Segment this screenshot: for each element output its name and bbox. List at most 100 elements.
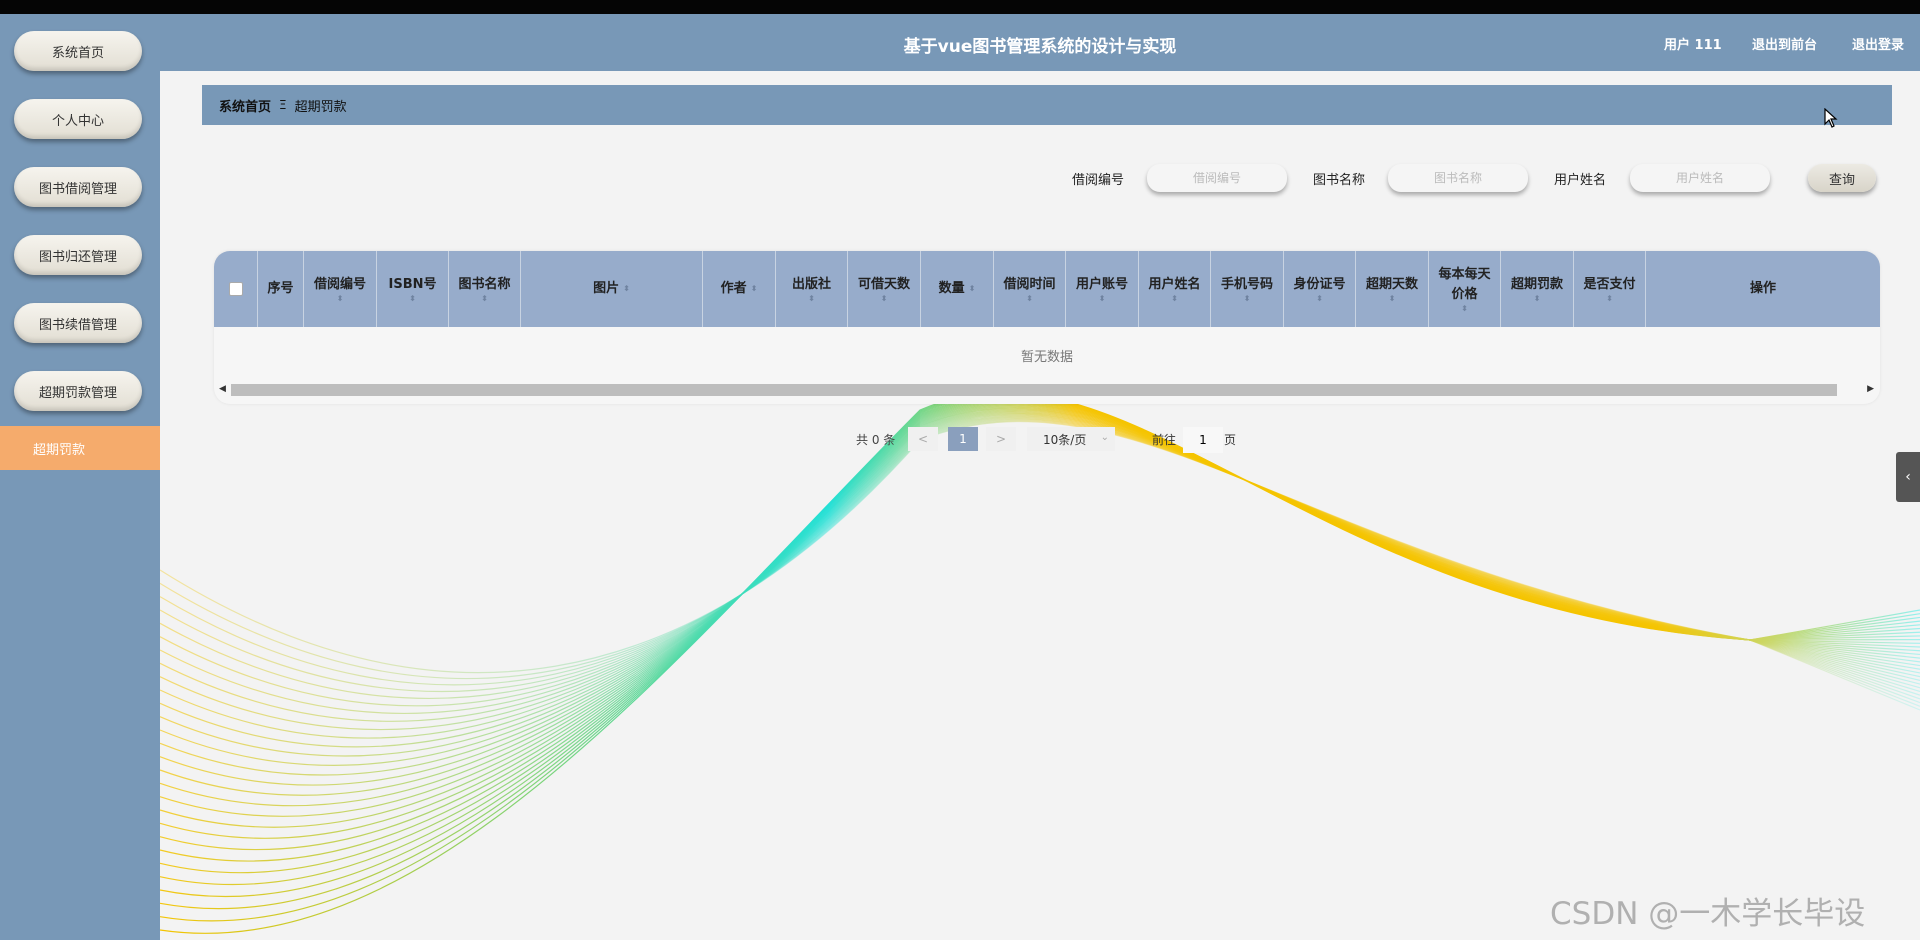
pagination-total: 共 0 条 [856, 433, 896, 447]
sort-icon[interactable]: ⬍ [1389, 295, 1396, 303]
wave-line [159, 404, 1920, 807]
wave-line [159, 394, 1920, 910]
sort-icon[interactable]: ⬍ [881, 295, 888, 303]
column-header[interactable]: 超期罚款 ⬍ [1501, 251, 1574, 327]
sort-icon[interactable]: ⬍ [1534, 295, 1541, 303]
column-header[interactable]: 可借天数 ⬍ [848, 251, 921, 327]
page-number-current[interactable]: 1 [948, 427, 978, 451]
wave-line [159, 418, 1920, 704]
column-header[interactable]: 手机号码 ⬍ [1211, 251, 1284, 327]
wave-line [159, 414, 1920, 714]
search-label-borrow-no: 借阅编号 [1072, 173, 1125, 188]
sidebar: 系统首页 个人中心 图书借阅管理 图书归还管理 图书续借管理 超期罚款管理 超期… [0, 14, 160, 940]
column-header-actions: 操作 [1749, 281, 1776, 296]
search-label-book-name: 图书名称 [1313, 173, 1366, 188]
column-header[interactable]: 出版社 ⬍ [776, 251, 848, 327]
scroll-left-icon[interactable]: ◀ [219, 384, 226, 394]
mouse-cursor-icon [1824, 108, 1838, 128]
sort-icon[interactable]: ⬍ [409, 295, 416, 303]
breadcrumb-home[interactable]: 系统首页 [219, 96, 271, 115]
sidebar-item-return[interactable]: 图书归还管理 [14, 235, 142, 275]
column-header[interactable]: 是否支付 ⬍ [1574, 251, 1646, 327]
sort-icon[interactable]: ⬍ [1316, 295, 1323, 303]
sidebar-item-overdue-fine[interactable]: 超期罚款管理 [14, 371, 142, 411]
page-size-value: 10条/页 [1043, 432, 1087, 447]
wave-line [159, 400, 1920, 839]
column-header[interactable]: 数量 ⬍ [921, 251, 994, 327]
sidebar-subitem-overdue[interactable]: 超期罚款 [0, 426, 160, 470]
sort-icon[interactable]: ⬍ [969, 285, 976, 293]
sidebar-item-home[interactable]: 系统首页 [14, 31, 142, 71]
goto-unit: 页 [1224, 433, 1237, 447]
query-button[interactable]: 查询 [1808, 164, 1876, 192]
page-title: 基于vue图书管理系统的设计与实现 [903, 37, 1177, 57]
sort-icon[interactable]: ⬍ [623, 285, 630, 293]
chevron-left-icon: ‹ [1905, 469, 1911, 485]
scroll-right-icon[interactable]: ▶ [1867, 384, 1874, 394]
wave-line [159, 409, 1920, 757]
search-input-book-name[interactable] [1388, 164, 1528, 192]
sidebar-item-renew[interactable]: 图书续借管理 [14, 303, 142, 343]
page-size-select[interactable]: 10条/页 ⌄ [1027, 427, 1115, 451]
wave-background [159, 392, 1920, 934]
prev-page-button[interactable]: < [908, 427, 938, 451]
wave-line [159, 417, 1920, 700]
select-all-checkbox[interactable] [228, 282, 243, 296]
sort-icon[interactable]: ⬍ [1099, 295, 1106, 303]
column-header[interactable]: 用户姓名 ⬍ [1139, 251, 1211, 327]
wave-line [159, 415, 1920, 707]
sort-icon[interactable]: ⬍ [337, 295, 344, 303]
sort-icon[interactable]: ⬍ [481, 295, 488, 303]
column-header[interactable]: 图书名称 ⬍ [449, 251, 521, 327]
column-header[interactable]: 超期天数 ⬍ [1356, 251, 1429, 327]
wave-line [159, 412, 1920, 730]
sort-icon[interactable]: ⬍ [751, 285, 758, 293]
sort-icon[interactable]: ⬍ [1244, 295, 1251, 303]
goto-page-input[interactable] [1183, 427, 1223, 453]
data-table: 序号 借阅编号 ⬍ ISBN号 ⬍ 图书名称 ⬍ 图片 ⬍ 作者 ⬍ 出版社 ⬍ 可借天数 ⬍… [214, 251, 1880, 404]
search-input-user-name[interactable] [1630, 164, 1770, 192]
table-header: 序号 借阅编号 ⬍ ISBN号 ⬍ 图书名称 ⬍ 图片 ⬍ 作者 ⬍ 出版社 ⬍ 可借天数 ⬍… [214, 251, 1880, 327]
column-header[interactable]: 用户账号 ⬍ [1066, 251, 1139, 327]
sidebar-item-borrow[interactable]: 图书借阅管理 [14, 167, 142, 207]
breadcrumb: 系统首页 Ξ 超期罚款 [202, 85, 1892, 125]
wave-line [159, 416, 1920, 699]
empty-message: 暂无数据 [1020, 350, 1073, 365]
sort-icon[interactable]: ⬍ [1606, 295, 1613, 303]
wave-line [159, 420, 1920, 711]
sidebar-item-profile[interactable]: 个人中心 [14, 99, 142, 139]
select-all-cell [214, 251, 258, 327]
wave-line [159, 413, 1920, 722]
search-label-user-name: 用户姓名 [1554, 173, 1607, 188]
horizontal-scrollbar[interactable]: ◀ ▶ [214, 382, 1880, 398]
search-input-borrow-no[interactable] [1147, 164, 1287, 192]
sort-icon[interactable]: ⬍ [1461, 305, 1468, 313]
sort-icon[interactable]: ⬍ [1026, 295, 1033, 303]
sort-icon[interactable]: ⬍ [808, 295, 815, 303]
goto-label: 前往 [1152, 433, 1177, 447]
wave-line [159, 408, 1920, 766]
breadcrumb-current: 超期罚款 [294, 99, 347, 115]
column-header[interactable]: 每本每天价格 ⬍ [1429, 251, 1501, 327]
wave-line [159, 393, 1920, 922]
column-header[interactable]: 借阅编号 ⬍ [304, 251, 377, 327]
sort-icon[interactable]: ⬍ [1171, 295, 1178, 303]
column-header[interactable]: 图片 ⬍ [521, 251, 703, 327]
column-header[interactable]: 借阅时间 ⬍ [994, 251, 1066, 327]
column-header[interactable]: 作者 ⬍ [703, 251, 776, 327]
wave-line [159, 405, 1920, 796]
wave-line [159, 398, 1920, 862]
column-header: 序号 [258, 251, 304, 327]
wave-line [159, 396, 1920, 886]
wave-line [159, 411, 1920, 739]
next-page-button[interactable]: > [986, 427, 1016, 451]
collapse-panel-handle[interactable]: ‹ [1896, 452, 1920, 502]
wave-line [159, 392, 1920, 934]
back-to-front-link[interactable]: 退出到前台 [1752, 34, 1817, 53]
logout-link[interactable]: 退出登录 [1852, 34, 1904, 53]
watermark-text: CSDN @一木学长毕设 [1550, 896, 1866, 932]
column-header[interactable]: ISBN号 ⬍ [377, 251, 449, 327]
current-user: 用户 111 [1664, 38, 1722, 53]
column-header[interactable]: 身份证号 ⬍ [1284, 251, 1356, 327]
scrollbar-thumb[interactable] [231, 384, 1837, 396]
